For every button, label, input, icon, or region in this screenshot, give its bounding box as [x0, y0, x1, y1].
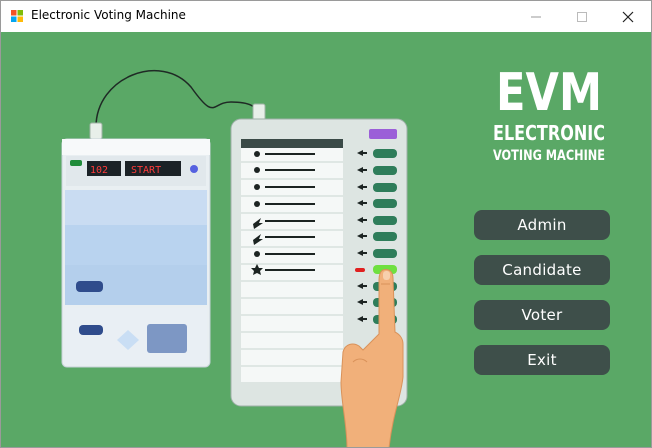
evm-illustration: 102 START	[61, 69, 408, 447]
maximize-button[interactable]	[559, 1, 605, 32]
app-window: Electronic Voting Machine 102 START EVM …	[0, 0, 652, 448]
minimize-button[interactable]	[513, 1, 559, 32]
close-button[interactable]	[605, 1, 651, 32]
main-panel: 102 START EVM ELECTRONIC VOTING MACHINE …	[1, 32, 651, 447]
windows-flag-icon	[11, 10, 23, 22]
maximize-icon	[577, 11, 587, 22]
evm-logo: EVM ELECTRONIC VOTING MACHINE	[493, 63, 605, 164]
logo-line1: EVM	[496, 63, 602, 123]
voter-button[interactable]: Voter	[474, 300, 610, 330]
admin-button[interactable]: Admin	[474, 210, 610, 240]
exit-button[interactable]: Exit	[474, 345, 610, 375]
close-icon	[622, 11, 634, 22]
logo-line3: VOTING MACHINE	[493, 148, 605, 164]
candidate-button[interactable]: Candidate	[474, 255, 610, 285]
control-unit-display-status: START	[131, 165, 161, 176]
control-unit-display-number: 102	[90, 165, 108, 176]
title-bar[interactable]: Electronic Voting Machine	[1, 1, 651, 32]
minimize-icon	[531, 16, 541, 17]
window-title: Electronic Voting Machine	[31, 8, 186, 22]
logo-line2: ELECTRONIC	[493, 121, 605, 145]
